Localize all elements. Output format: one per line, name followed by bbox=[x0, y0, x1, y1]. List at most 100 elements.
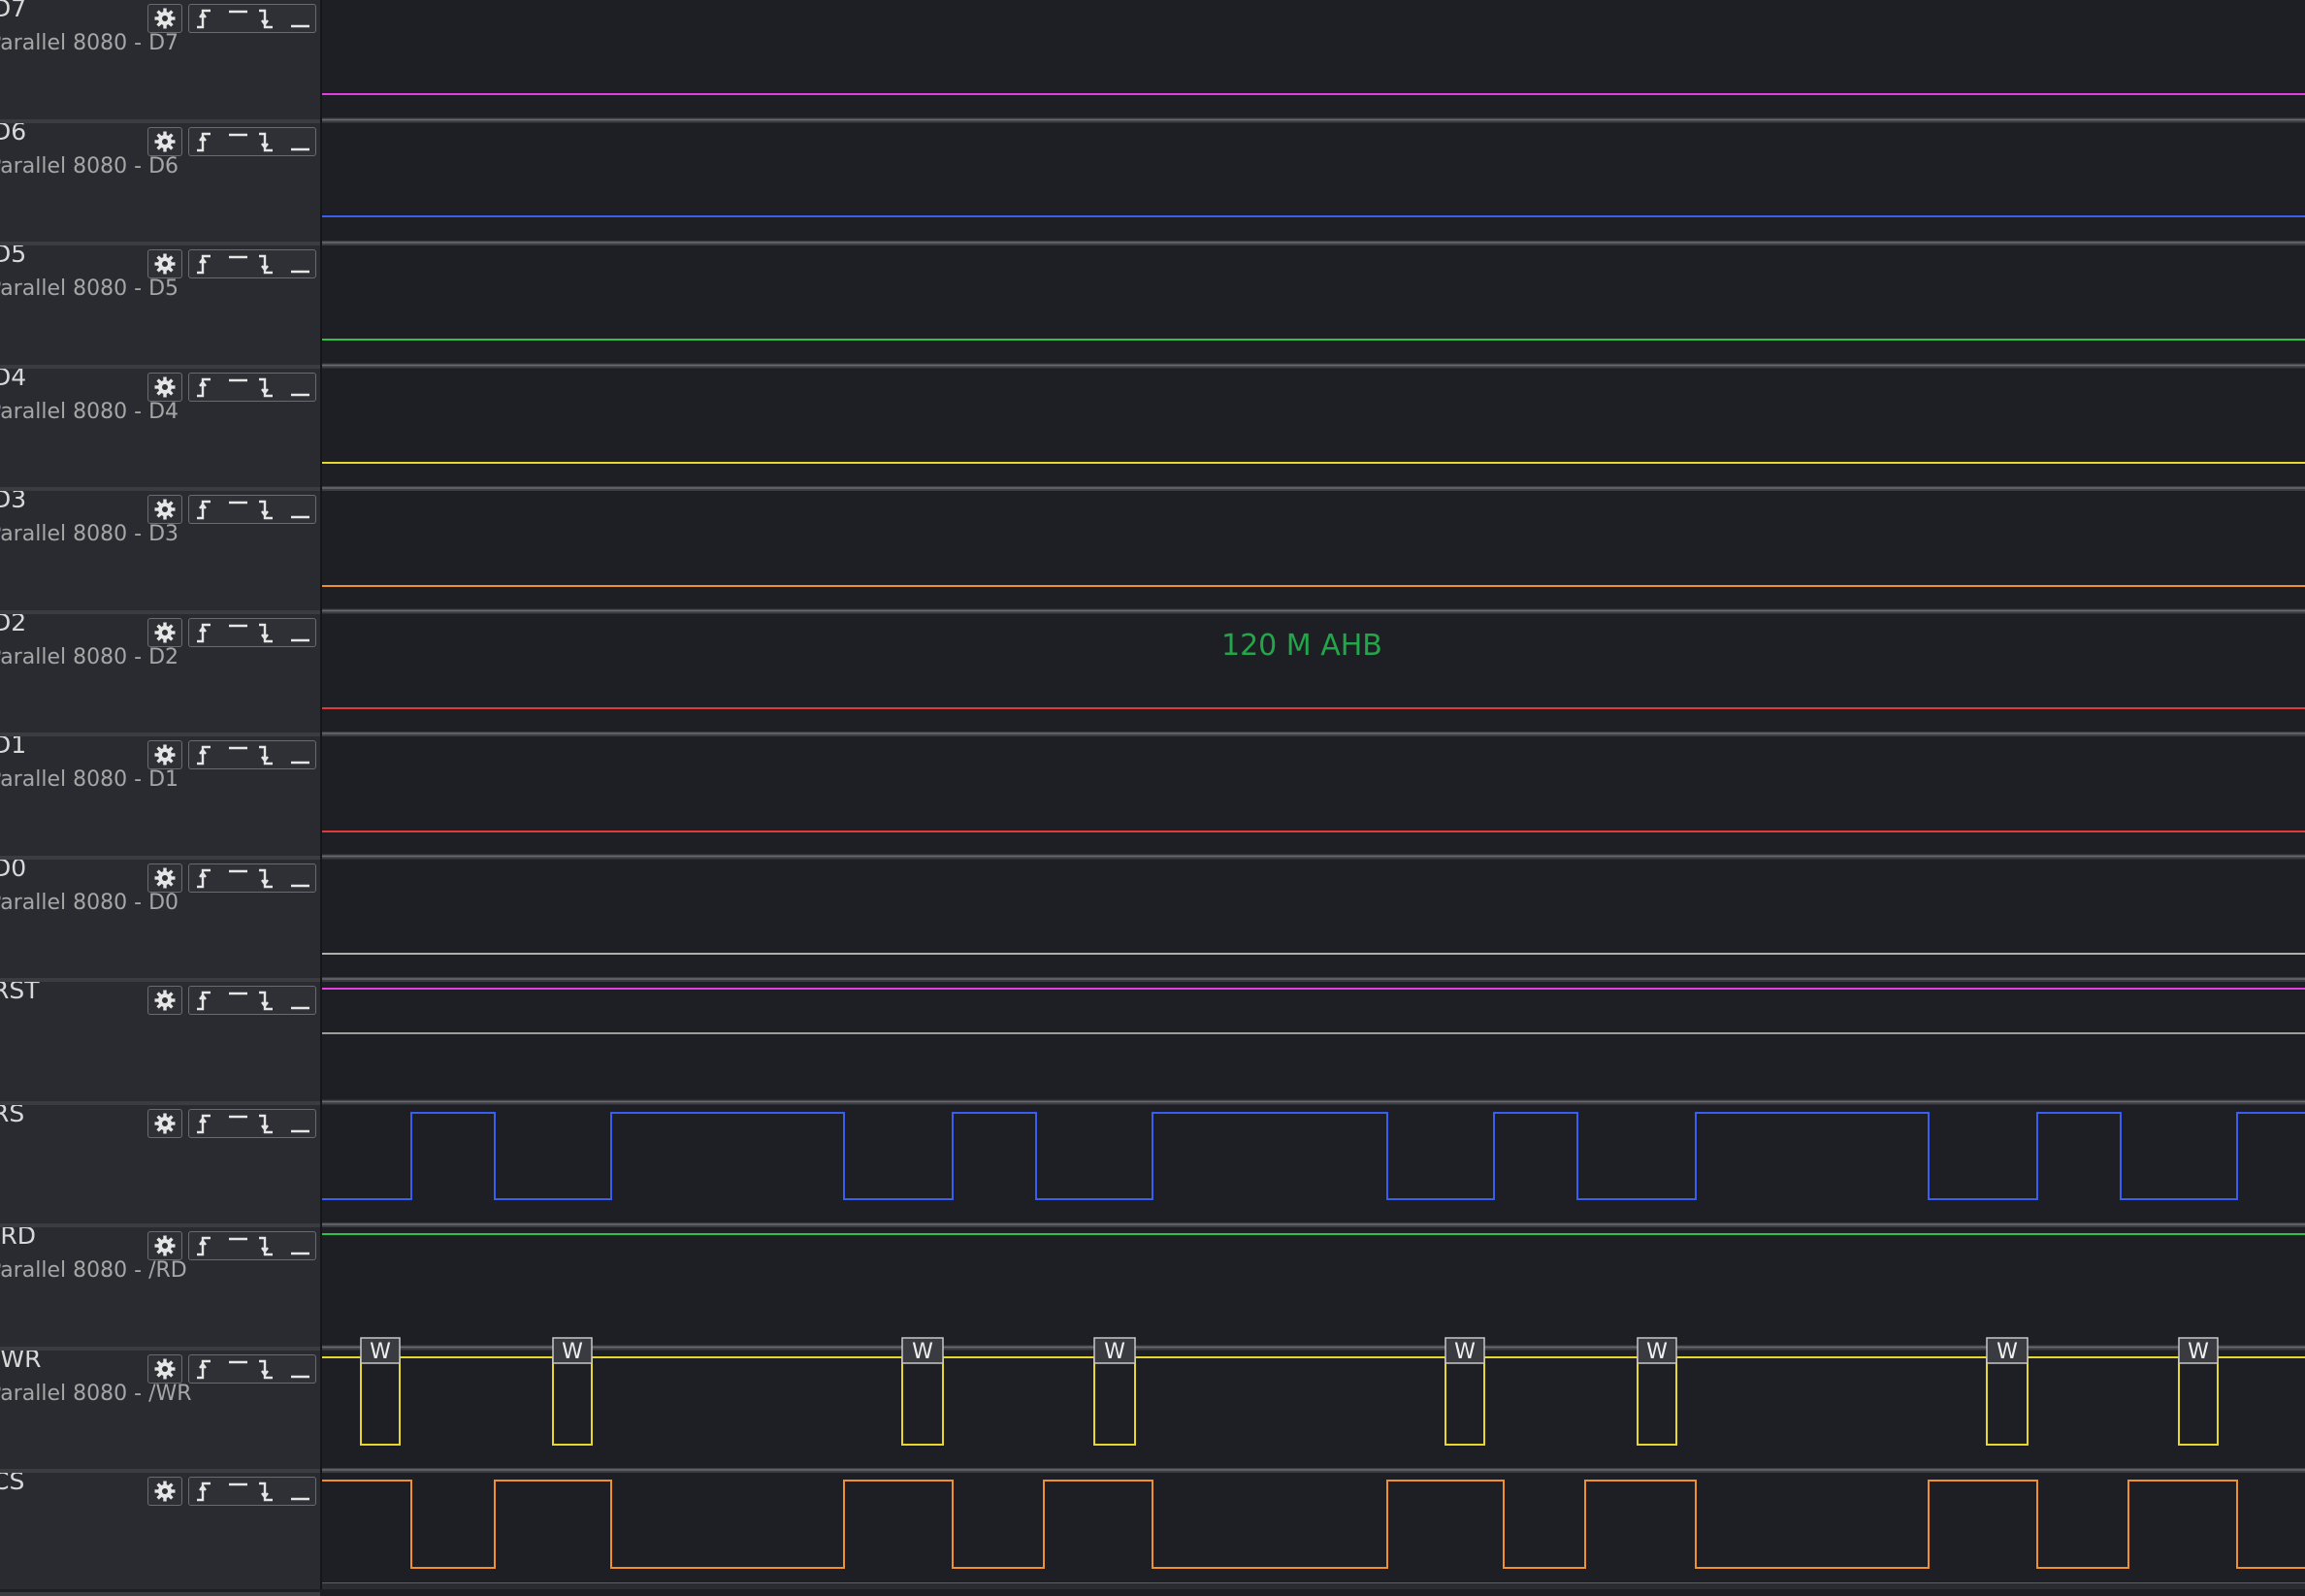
channel-settings-button[interactable] bbox=[147, 1231, 182, 1260]
rising-edge-icon[interactable] bbox=[193, 375, 222, 399]
channel-settings-button[interactable] bbox=[147, 372, 182, 402]
high-level-icon[interactable] bbox=[224, 1357, 253, 1381]
channel-label-cs[interactable]: CS bbox=[0, 1473, 320, 1592]
write-marker[interactable]: W bbox=[1445, 1337, 1485, 1364]
write-marker[interactable]: W bbox=[901, 1337, 944, 1364]
falling-edge-icon[interactable] bbox=[255, 743, 284, 766]
channel-label-d7[interactable]: D7 Parallel 8080 - D7 bbox=[0, 0, 320, 119]
falling-edge-icon[interactable] bbox=[255, 375, 284, 399]
channel-settings-button[interactable] bbox=[147, 863, 182, 893]
write-marker-label: W bbox=[1997, 1340, 2018, 1364]
rising-edge-icon[interactable] bbox=[193, 130, 222, 153]
high-level-icon[interactable] bbox=[224, 621, 253, 644]
channel-settings-button[interactable] bbox=[147, 1108, 182, 1138]
write-marker[interactable]: W bbox=[1637, 1337, 1677, 1364]
falling-edge-icon[interactable] bbox=[255, 7, 284, 30]
rising-edge-icon[interactable] bbox=[193, 621, 222, 644]
channel-settings-button[interactable] bbox=[147, 495, 182, 524]
write-marker[interactable]: W bbox=[1093, 1337, 1136, 1364]
timeline-scrollbar[interactable] bbox=[322, 1583, 2305, 1589]
high-level-icon[interactable] bbox=[224, 1480, 253, 1503]
waveform-view[interactable]: WWWWWWWW bbox=[322, 0, 2305, 1589]
trigger-buttons bbox=[188, 986, 316, 1015]
channel-label-d1[interactable]: D1 Parallel 8080 - D1 bbox=[0, 736, 320, 856]
low-level-icon[interactable] bbox=[286, 1480, 315, 1503]
high-level-icon[interactable] bbox=[224, 375, 253, 399]
rising-edge-icon[interactable] bbox=[193, 252, 222, 276]
high-level-icon[interactable] bbox=[224, 7, 253, 30]
channel-settings-button[interactable] bbox=[147, 4, 182, 33]
channel-settings-button[interactable] bbox=[147, 740, 182, 769]
channel-analyzer-label: Parallel 8080 - D4 bbox=[0, 399, 179, 424]
falling-edge-icon[interactable] bbox=[255, 866, 284, 890]
low-level-icon[interactable] bbox=[286, 130, 315, 153]
rising-edge-icon[interactable] bbox=[193, 866, 222, 890]
low-level-icon[interactable] bbox=[286, 621, 315, 644]
rising-edge-icon[interactable] bbox=[193, 989, 222, 1012]
high-level-icon[interactable] bbox=[224, 1234, 253, 1257]
channel-label-d2[interactable]: D2 Parallel 8080 - D2 bbox=[0, 614, 320, 733]
falling-edge-icon[interactable] bbox=[255, 252, 284, 276]
trigger-buttons bbox=[188, 863, 316, 893]
falling-edge-icon[interactable] bbox=[255, 1480, 284, 1503]
high-level-icon[interactable] bbox=[224, 989, 253, 1012]
channel-name: D3 bbox=[0, 491, 27, 513]
low-level-icon[interactable] bbox=[286, 1357, 315, 1381]
rising-edge-icon[interactable] bbox=[193, 7, 222, 30]
falling-edge-icon[interactable] bbox=[255, 1357, 284, 1381]
channel-label-d4[interactable]: D4 Parallel 8080 - D4 bbox=[0, 369, 320, 488]
falling-edge-icon[interactable] bbox=[255, 130, 284, 153]
trigger-buttons bbox=[188, 1353, 316, 1384]
low-level-icon[interactable] bbox=[286, 375, 315, 399]
channel-settings-button[interactable] bbox=[147, 126, 182, 156]
low-level-icon[interactable] bbox=[286, 7, 315, 30]
high-level-icon[interactable] bbox=[224, 1112, 253, 1135]
high-level-icon[interactable] bbox=[224, 252, 253, 276]
falling-edge-icon[interactable] bbox=[255, 1234, 284, 1257]
falling-edge-icon[interactable] bbox=[255, 989, 284, 1012]
rising-edge-icon[interactable] bbox=[193, 1357, 222, 1381]
logic-analyzer-app: D7 Parallel 8080 - D7 D6 Parallel 8080 - D6… bbox=[0, 0, 2305, 1596]
low-level-icon[interactable] bbox=[286, 866, 315, 890]
channel-label-rst[interactable]: RST bbox=[0, 982, 320, 1101]
waveform-wr bbox=[322, 1356, 2305, 1446]
channel-label-d3[interactable]: D3 Parallel 8080 - D3 bbox=[0, 491, 320, 610]
low-level-icon[interactable] bbox=[286, 743, 315, 766]
channel-label-rs[interactable]: RS bbox=[0, 1105, 320, 1224]
low-level-icon[interactable] bbox=[286, 1112, 315, 1135]
low-level-icon[interactable] bbox=[286, 989, 315, 1012]
channel-label-rd[interactable]: /RD Parallel 8080 - /RD bbox=[0, 1227, 320, 1347]
rising-edge-icon[interactable] bbox=[193, 498, 222, 521]
write-marker[interactable]: W bbox=[360, 1337, 401, 1364]
rising-edge-icon[interactable] bbox=[193, 1234, 222, 1257]
trigger-buttons bbox=[188, 617, 316, 647]
channel-label-d0[interactable]: D0 Parallel 8080 - D0 bbox=[0, 860, 320, 979]
write-marker[interactable]: W bbox=[1986, 1337, 2029, 1364]
channel-label-d6[interactable]: D6 Parallel 8080 - D6 bbox=[0, 123, 320, 243]
trigger-buttons bbox=[188, 740, 316, 769]
low-level-icon[interactable] bbox=[286, 1234, 315, 1257]
low-level-icon[interactable] bbox=[286, 498, 315, 521]
high-level-icon[interactable] bbox=[224, 866, 253, 890]
channel-label-wr[interactable]: /WR Parallel 8080 - /WR bbox=[0, 1351, 320, 1470]
high-level-icon[interactable] bbox=[224, 498, 253, 521]
write-marker[interactable]: W bbox=[2178, 1337, 2219, 1364]
falling-edge-icon[interactable] bbox=[255, 498, 284, 521]
channel-name: CS bbox=[0, 1473, 25, 1495]
high-level-icon[interactable] bbox=[224, 743, 253, 766]
rising-edge-icon[interactable] bbox=[193, 743, 222, 766]
write-marker-label: W bbox=[562, 1340, 583, 1364]
rising-edge-icon[interactable] bbox=[193, 1480, 222, 1503]
falling-edge-icon[interactable] bbox=[255, 1112, 284, 1135]
channel-settings-button[interactable] bbox=[147, 249, 182, 278]
channel-settings-button[interactable] bbox=[147, 617, 182, 647]
high-level-icon[interactable] bbox=[224, 130, 253, 153]
write-marker[interactable]: W bbox=[552, 1337, 593, 1364]
channel-settings-button[interactable] bbox=[147, 1353, 182, 1384]
channel-settings-button[interactable] bbox=[147, 1477, 182, 1506]
low-level-icon[interactable] bbox=[286, 252, 315, 276]
channel-label-d5[interactable]: D5 Parallel 8080 - D5 bbox=[0, 245, 320, 365]
falling-edge-icon[interactable] bbox=[255, 621, 284, 644]
channel-settings-button[interactable] bbox=[147, 986, 182, 1015]
rising-edge-icon[interactable] bbox=[193, 1112, 222, 1135]
